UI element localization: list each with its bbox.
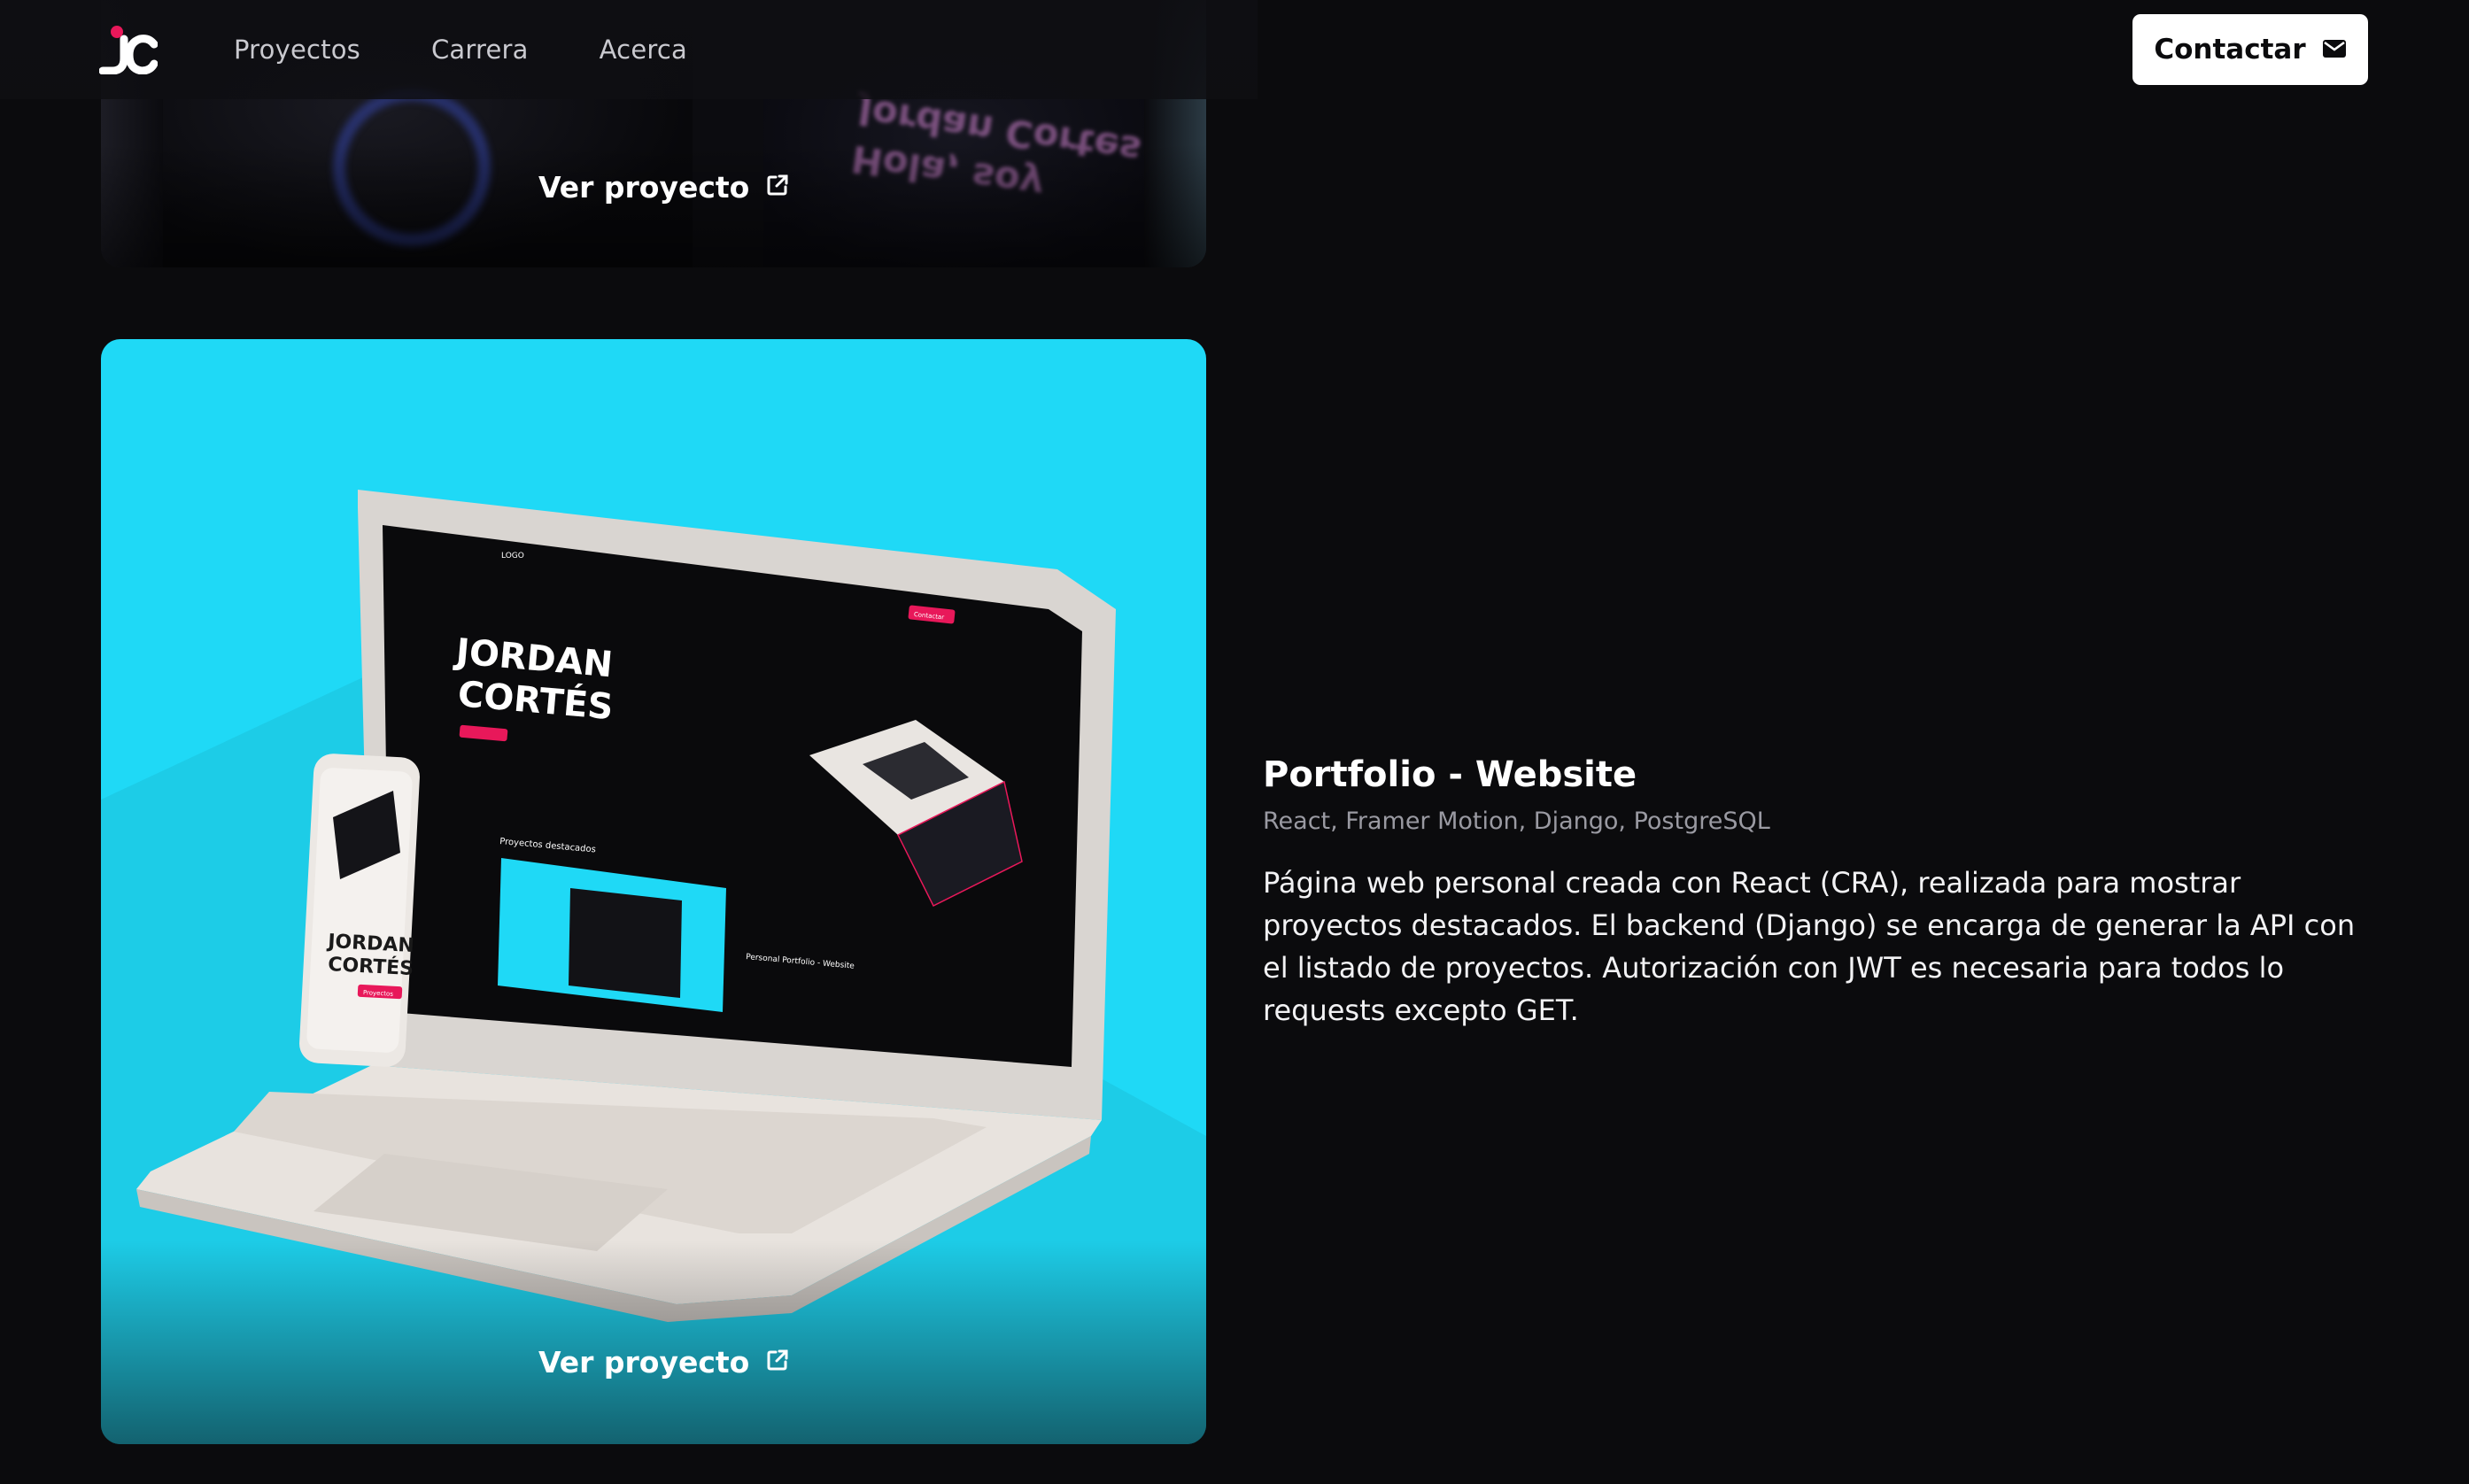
- project-description: Página web personal creada con React (CR…: [1263, 866, 2356, 1027]
- nav-item-proyectos[interactable]: Proyectos: [234, 35, 360, 65]
- project-title: Portfolio - Website: [1263, 754, 1637, 795]
- jc-logo-icon[interactable]: [98, 25, 159, 75]
- nav-item-carrera[interactable]: Carrera: [431, 35, 529, 65]
- view-project-label: Ver proyecto: [538, 1345, 750, 1380]
- view-project-link[interactable]: Ver proyecto: [538, 170, 790, 205]
- project-info: Portfolio - Website React, Framer Motion…: [1263, 754, 2379, 1032]
- project-card-portfolio[interactable]: LOGO Contactar JORDAN CORTÉS Proyectos d…: [101, 339, 1206, 1444]
- mockup-logo-text: LOGO: [501, 552, 524, 560]
- nav-item-acerca[interactable]: Acerca: [600, 35, 687, 65]
- top-navbar: Proyectos Carrera Acerca Contactar: [0, 0, 2469, 99]
- main-nav: Proyectos Carrera Acerca: [234, 0, 687, 99]
- view-project-label: Ver proyecto: [538, 170, 750, 205]
- view-project-link[interactable]: Ver proyecto: [538, 1345, 790, 1380]
- contact-button[interactable]: Contactar: [2132, 14, 2368, 85]
- contact-button-label: Contactar: [2154, 34, 2306, 66]
- card-bottom-shade: [101, 1241, 1206, 1444]
- external-link-icon: [765, 1345, 790, 1380]
- project-tech-stack: React, Framer Motion, Django, PostgreSQL: [1263, 808, 1770, 835]
- card-bottom-shade: [101, 143, 1206, 267]
- mockup-phone-line2: CORTÉS: [328, 953, 414, 980]
- mockup-phone-line1: JORDAN: [326, 931, 415, 957]
- external-link-icon: [765, 170, 790, 205]
- mail-icon: [2322, 34, 2347, 66]
